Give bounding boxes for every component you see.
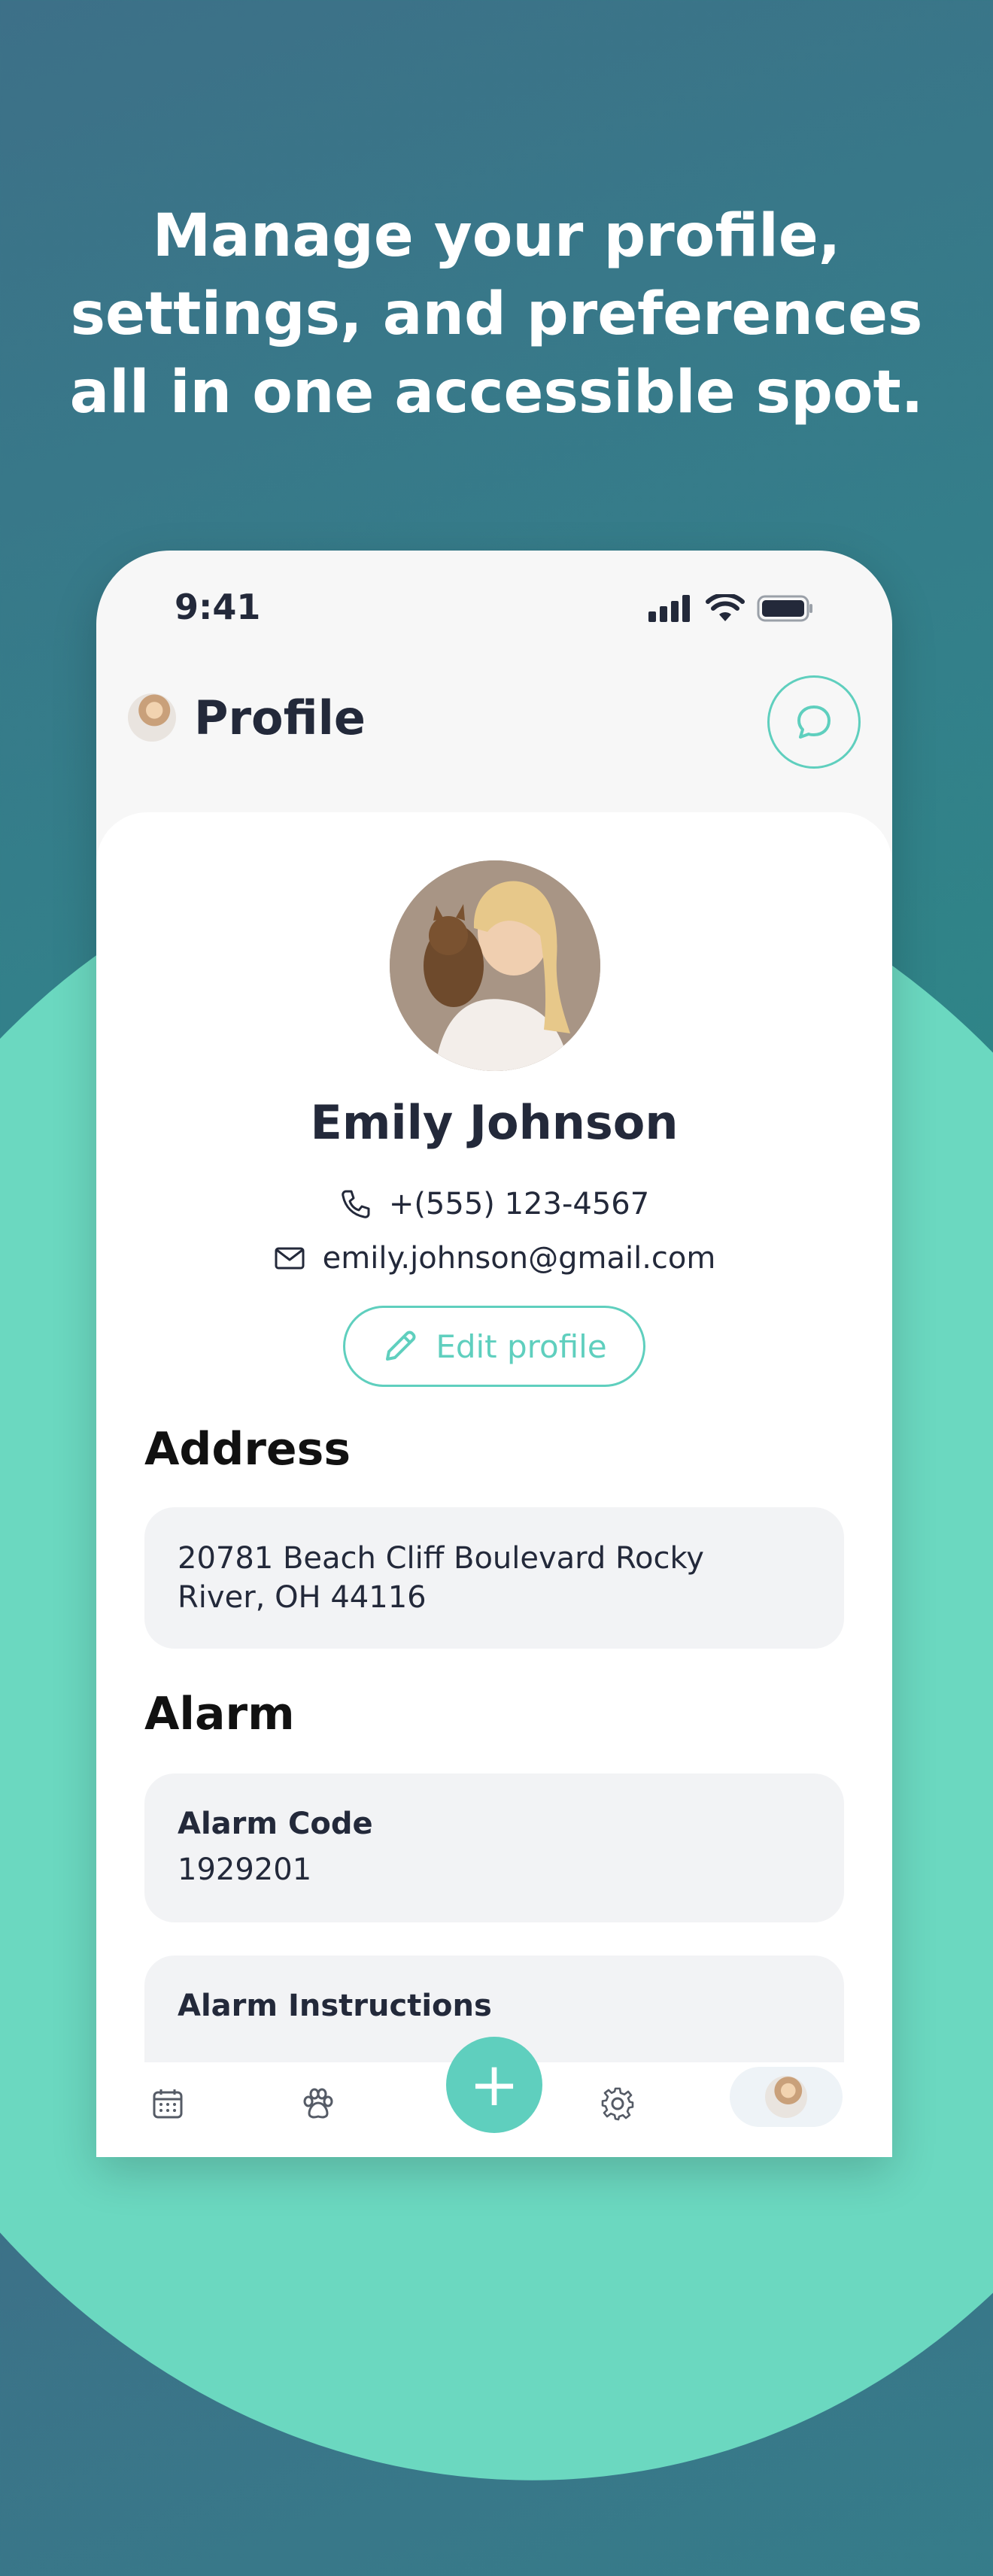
alarm-code-label: Alarm Code (178, 1807, 373, 1841)
edit-profile-label: Edit profile (436, 1327, 607, 1365)
address-box: 20781 Beach Cliff Boulevard Rocky River,… (144, 1507, 844, 1649)
address-title: Address (144, 1423, 351, 1476)
mail-icon (275, 1247, 305, 1270)
profile-avatar (765, 2076, 807, 2118)
add-button[interactable]: + (446, 2037, 542, 2133)
phone-frame: 9:41 Profile Emily Johnson +(555) 123-45… (96, 551, 892, 2157)
tab-bar: + (96, 2037, 892, 2157)
edit-profile-button[interactable]: Edit profile (343, 1306, 645, 1387)
headline-line-3: all in one accessible spot. (69, 359, 924, 426)
email-address: emily.johnson@gmail.com (322, 1241, 716, 1276)
status-icons (648, 594, 814, 623)
wifi-icon (706, 594, 745, 621)
email-row: emily.johnson@gmail.com (96, 1241, 892, 1276)
header-avatar[interactable] (128, 693, 176, 742)
alarm-code-value: 1929201 (178, 1852, 312, 1887)
status-time: 9:41 (175, 587, 261, 627)
profile-name: Emily Johnson (310, 1095, 679, 1150)
tab-settings[interactable] (584, 2062, 651, 2145)
address-line-1: 20781 Beach Cliff Boulevard Rocky (178, 1541, 704, 1576)
alarm-instructions-label: Alarm Instructions (178, 1989, 492, 2023)
calendar-icon (153, 2089, 183, 2119)
top-bar: Profile (96, 671, 892, 776)
headline-line-1: Manage your profile, (152, 202, 841, 270)
marketing-headline: Manage your profile, settings, and prefe… (0, 197, 993, 432)
phone-number: +(555) 123-4567 (388, 1187, 650, 1221)
chat-icon (797, 705, 831, 739)
phone-icon (342, 1190, 370, 1218)
profile-photo (390, 860, 600, 1071)
alarm-title: Alarm (144, 1688, 295, 1740)
alarm-code-box: Alarm Code 1929201 (144, 1773, 844, 1922)
chat-button[interactable] (767, 675, 861, 769)
tab-profile[interactable] (730, 2067, 843, 2127)
headline-line-2: settings, and preferences (70, 281, 923, 348)
settings-icon (601, 2087, 634, 2121)
address-line-2: River, OH 44116 (178, 1580, 427, 1615)
pencil-icon (386, 1330, 416, 1361)
tab-calendar[interactable] (134, 2062, 202, 2145)
profile-card: Emily Johnson +(555) 123-4567 emily.john… (96, 812, 892, 2157)
paw-icon (303, 2088, 333, 2119)
battery-icon (757, 595, 812, 622)
phone-row: +(555) 123-4567 (96, 1187, 892, 1221)
signal-icon (648, 595, 690, 622)
tab-pets[interactable] (284, 2062, 352, 2145)
page-title: Profile (194, 690, 366, 745)
